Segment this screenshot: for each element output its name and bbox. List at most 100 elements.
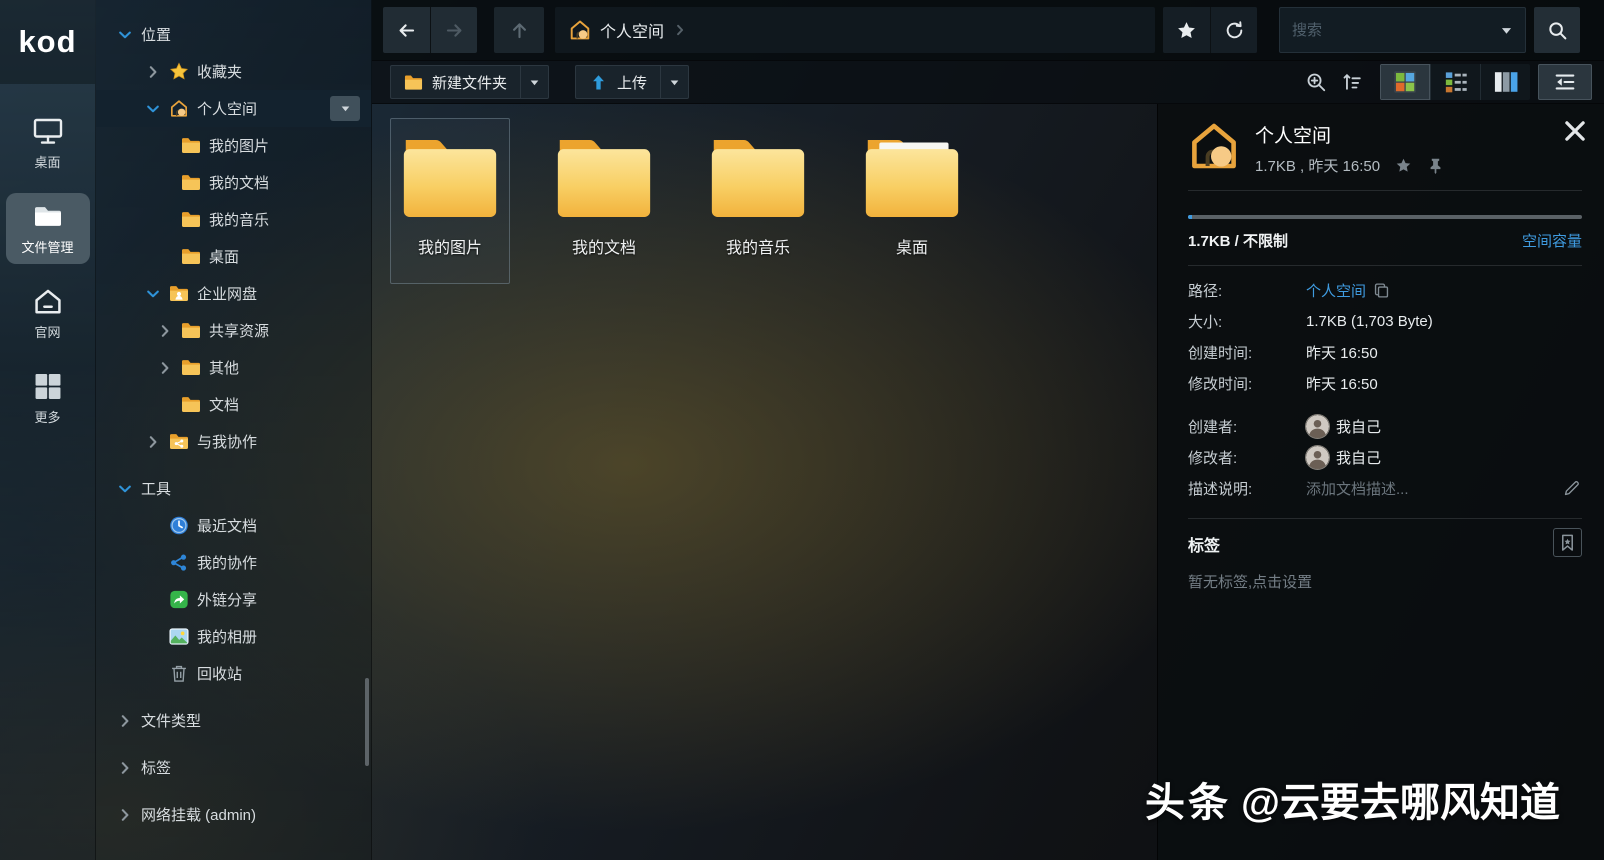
tree-item[interactable]: 共享资源	[95, 312, 371, 349]
tree-item[interactable]: 网络挂载 (admin)	[95, 796, 371, 833]
description-placeholder[interactable]: 添加文档描述...	[1306, 478, 1409, 499]
tree-item[interactable]: 企业网盘	[95, 275, 371, 312]
zoom-button[interactable]	[1298, 65, 1334, 99]
tag-settings-button[interactable]	[1553, 528, 1582, 557]
app-rail-items: 桌面文件管理官网更多	[0, 108, 95, 434]
tree-item[interactable]: 工具	[95, 470, 371, 507]
file-item[interactable]: 我的图片	[390, 118, 510, 284]
app-rail-item[interactable]: 官网	[6, 278, 90, 349]
tree-item-label: 文档	[209, 397, 240, 414]
file-list-area[interactable]: 我的图片 我的文档 我的音乐 桌面	[372, 104, 1157, 860]
tree-item[interactable]: 外链分享	[95, 581, 371, 618]
close-panel-button[interactable]	[1562, 118, 1588, 144]
tree-item[interactable]: 桌面	[95, 238, 371, 275]
tree-item[interactable]: 与我协作	[95, 423, 371, 460]
sidebar-scrollbar[interactable]	[365, 678, 369, 766]
tree-item[interactable]: 我的相册	[95, 618, 371, 655]
tree-item-label: 我的相册	[197, 629, 258, 646]
tree-item[interactable]: 标签	[95, 749, 371, 786]
tree-item-label: 共享资源	[209, 323, 270, 340]
tree-item[interactable]: 收藏夹	[95, 53, 371, 90]
forward-button[interactable]	[430, 7, 477, 53]
tree-item[interactable]: 其他	[95, 349, 371, 386]
item-menu-button[interactable]	[330, 96, 360, 121]
tree-item[interactable]: 我的音乐	[95, 201, 371, 238]
tree-item[interactable]: 文件类型	[95, 702, 371, 739]
tags-empty-text[interactable]: 暂无标签,点击设置	[1188, 571, 1582, 592]
upload-button[interactable]: 上传	[575, 65, 661, 99]
chevron-down-icon[interactable]	[117, 481, 133, 497]
quota-used: 1.7KB / 不限制	[1188, 233, 1289, 250]
app-rail-item[interactable]: 文件管理	[5, 193, 90, 264]
chevron-right-icon[interactable]	[157, 323, 173, 339]
home-icon	[569, 19, 591, 41]
tag-icon	[1559, 534, 1576, 551]
search-input[interactable]	[1280, 21, 1500, 39]
app-rail-item[interactable]: 桌面	[6, 108, 90, 179]
list-view-button[interactable]	[1430, 64, 1480, 100]
grid-view-button[interactable]	[1380, 64, 1430, 100]
navigation-toolbar: 个人空间	[372, 0, 1604, 60]
breadcrumb[interactable]: 个人空间	[555, 7, 1155, 53]
home-icon	[169, 99, 189, 118]
tree-item[interactable]: 我的图片	[95, 127, 371, 164]
tree-item-label: 与我协作	[197, 434, 258, 451]
new-folder-menu-button[interactable]	[520, 65, 550, 99]
chevron-down-icon[interactable]	[117, 27, 133, 43]
upload-menu-button[interactable]	[660, 65, 690, 99]
detail-row: 修改者: 我自己	[1188, 442, 1582, 473]
tree-item[interactable]: 我的文档	[95, 164, 371, 201]
refresh-icon	[1224, 20, 1245, 41]
breadcrumb-location[interactable]: 个人空间	[600, 18, 664, 42]
watermark-brand: 头条	[1144, 781, 1231, 825]
app-rail-item[interactable]: 更多	[6, 363, 90, 434]
chevron-right-icon[interactable]	[117, 713, 133, 729]
chevron-right-icon[interactable]	[117, 760, 133, 776]
caret-down-icon	[340, 103, 351, 114]
chevron-right-icon[interactable]	[145, 64, 161, 80]
app-rail-item-label: 文件管理	[21, 240, 74, 255]
favorite-button[interactable]	[1163, 7, 1210, 53]
details-panel-toggle[interactable]	[1538, 64, 1592, 100]
folder-icon	[181, 395, 201, 414]
pin-icon[interactable]	[1427, 157, 1444, 174]
trash-icon	[169, 664, 189, 683]
tree-item-label: 桌面	[209, 249, 240, 266]
quota-link[interactable]: 空间容量	[1522, 230, 1582, 251]
chevron-right-icon[interactable]	[145, 434, 161, 450]
file-item[interactable]: 我的文档	[544, 118, 664, 284]
copy-icon[interactable]	[1373, 282, 1390, 299]
file-item[interactable]: 我的音乐	[698, 118, 818, 284]
search-button[interactable]	[1534, 7, 1580, 53]
column-view-button[interactable]	[1480, 64, 1530, 100]
file-item[interactable]: 桌面	[852, 118, 972, 284]
sort-button[interactable]	[1334, 65, 1370, 99]
folder-icon	[400, 136, 500, 221]
path-link[interactable]: 个人空间	[1306, 280, 1366, 301]
tree-item[interactable]: 最近文档	[95, 507, 371, 544]
caret-down-icon[interactable]	[1500, 24, 1513, 37]
close-icon	[1562, 118, 1588, 144]
tree-item[interactable]: 回收站	[95, 655, 371, 692]
tree-item[interactable]: 位置	[95, 16, 371, 53]
star-icon[interactable]	[1395, 157, 1412, 174]
folder-icon	[862, 136, 962, 221]
pencil-icon[interactable]	[1563, 480, 1580, 497]
refresh-button[interactable]	[1210, 7, 1257, 53]
chevron-right-icon[interactable]	[157, 360, 173, 376]
tree-item[interactable]: 我的协作	[95, 544, 371, 581]
tree-item[interactable]: 个人空间	[95, 90, 371, 127]
search-box[interactable]	[1279, 7, 1526, 53]
folder-icon	[554, 136, 654, 221]
view-grid-icon	[1393, 70, 1417, 94]
chevron-right-icon[interactable]	[117, 807, 133, 823]
tree-item-label: 我的音乐	[209, 212, 270, 229]
detail-label: 创建时间:	[1188, 345, 1253, 362]
up-button[interactable]	[494, 7, 544, 53]
new-folder-button[interactable]: 新建文件夹	[390, 65, 521, 99]
star-icon	[1176, 20, 1197, 41]
back-button[interactable]	[383, 7, 430, 53]
chevron-down-icon[interactable]	[145, 286, 161, 302]
tree-item[interactable]: 文档	[95, 386, 371, 423]
chevron-down-icon[interactable]	[145, 101, 161, 117]
